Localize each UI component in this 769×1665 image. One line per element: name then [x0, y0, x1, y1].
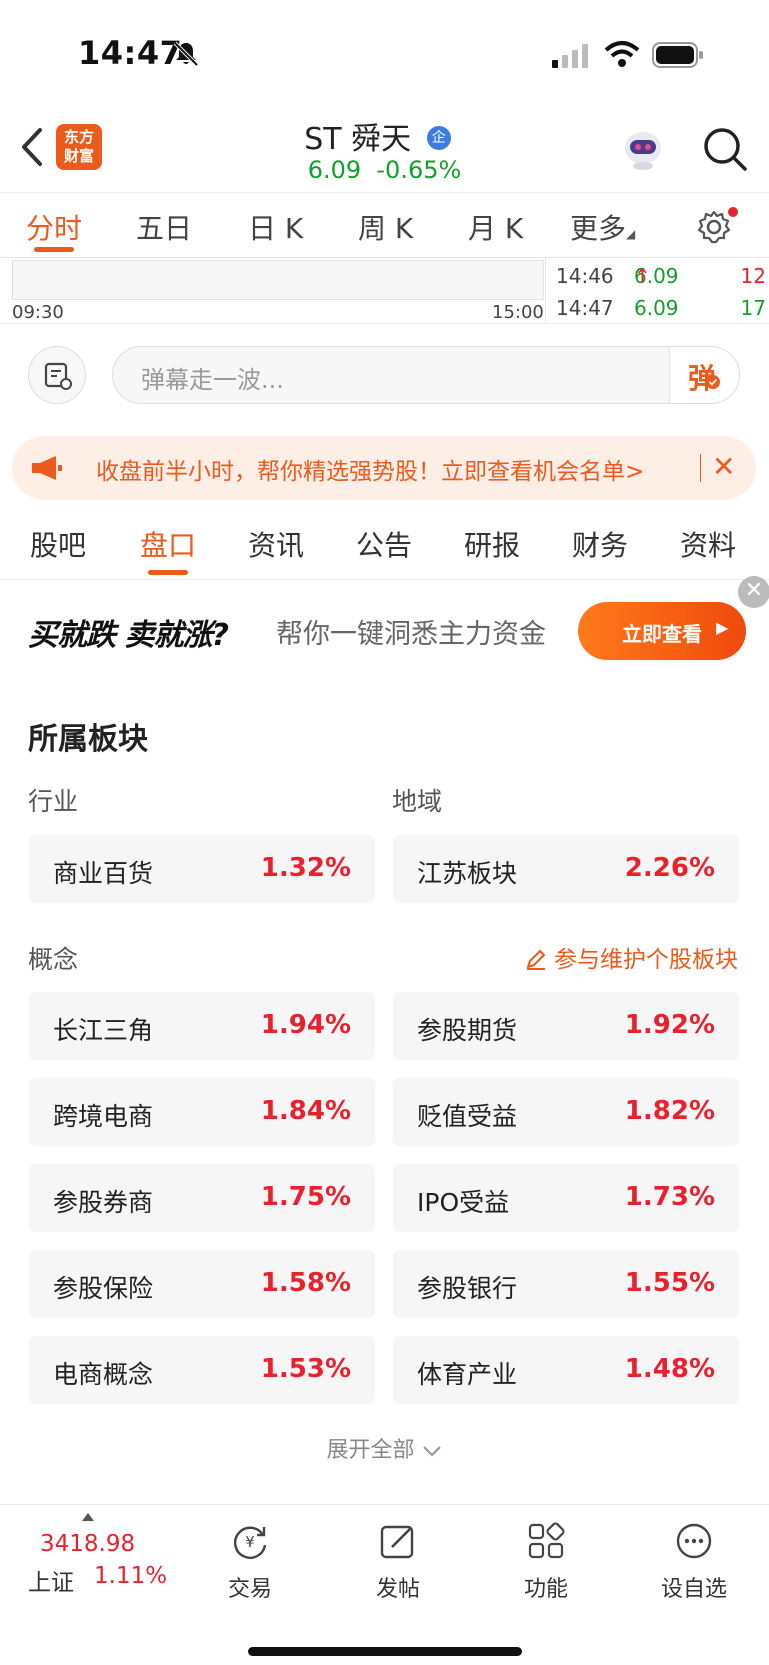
caret-up-icon — [82, 1513, 94, 1521]
up-arrow-icon: ↑ — [634, 264, 651, 288]
ad-slogan: 买就跌 卖就涨? — [28, 618, 229, 653]
sector-card-region[interactable]: 江苏板块 2.26% — [393, 835, 739, 903]
mini-chart-plot — [12, 260, 544, 300]
active-tab-indicator — [34, 247, 74, 252]
status-bar: 14:47 — [0, 0, 769, 110]
intraday-mini-chart[interactable]: 09:30 15:00 14:46 6.09 ↑ 12 14:47 6.09 17 — [0, 258, 769, 324]
tab-quote[interactable]: 盘口 — [140, 524, 196, 564]
axis-end-time: 15:00 — [492, 302, 544, 323]
sector-title: 所属板块 — [28, 722, 148, 757]
ad-close-icon[interactable]: ✕ — [738, 576, 769, 608]
sector-card-concept[interactable]: 跨境电商 1.84% — [29, 1078, 375, 1146]
tab-finance[interactable]: 财务 — [572, 524, 628, 564]
tab-news[interactable]: 资讯 — [248, 524, 304, 564]
triangle-down-icon: ◢ — [626, 227, 636, 241]
divider — [700, 454, 701, 482]
nav-add-watchlist[interactable]: 设自选 — [634, 1515, 754, 1605]
document-settings-icon — [44, 362, 72, 390]
chevron-down-icon — [422, 1446, 441, 1457]
edit-square-icon — [380, 1525, 414, 1559]
tab-daily-k[interactable]: 日 K — [248, 207, 303, 247]
bottom-bar: 3418.98 上证 1.11% ¥ 交易 发帖 功能 设自选 — [0, 1504, 769, 1665]
notification-dot — [728, 207, 738, 217]
sector-card-concept[interactable]: 长江三角 1.94% — [29, 992, 375, 1060]
tab-announcements[interactable]: 公告 — [356, 524, 412, 564]
divider — [545, 258, 546, 324]
stock-header: 东方 财富 ST 舜天 企 6.09 -0.65% — [0, 110, 769, 192]
grid-apps-icon — [528, 1522, 565, 1559]
pencil-icon — [527, 950, 545, 970]
sector-card-concept[interactable]: 参股银行 1.55% — [393, 1250, 739, 1318]
tab-monthly-k[interactable]: 月 K — [468, 207, 523, 247]
tab-five-day[interactable]: 五日 — [136, 207, 192, 247]
sector-card-industry[interactable]: 商业百货 1.32% — [29, 835, 375, 903]
ad-description: 帮你一键洞悉主力资金 — [276, 619, 546, 650]
sector-card-concept[interactable]: 体育产业 1.48% — [393, 1336, 739, 1404]
promo-text: 收盘前半小时，帮你精选强势股！立即查看机会名单> — [96, 459, 645, 485]
maintain-sectors-link[interactable]: 参与维护个股板块 — [524, 940, 738, 974]
sector-card-concept[interactable]: 贬值受益 1.82% — [393, 1078, 739, 1146]
ai-assistant-robot-icon[interactable] — [618, 126, 668, 172]
bell-muted-icon — [173, 41, 199, 67]
sector-card-concept[interactable]: 参股保险 1.58% — [29, 1250, 375, 1318]
check-icon — [706, 375, 720, 389]
concept-label: 概念 — [28, 945, 79, 974]
nav-post[interactable]: 发帖 — [338, 1515, 458, 1605]
close-icon[interactable]: ✕ — [712, 450, 735, 483]
tab-profile[interactable]: 资料 — [680, 524, 736, 564]
yuan-refresh-icon: ¥ — [233, 1526, 267, 1559]
axis-start-time: 09:30 — [12, 302, 64, 323]
danmaku-input[interactable]: 弹幕走一波... 弹 — [112, 346, 740, 404]
tab-more[interactable]: 更多◢ — [570, 207, 635, 247]
ad-view-button[interactable]: 立即查看 ▶ — [578, 602, 746, 660]
nav-trade[interactable]: ¥ 交易 — [190, 1515, 310, 1605]
cellular-signal-icon — [552, 44, 588, 68]
wifi-icon — [604, 41, 640, 67]
promo-banner[interactable]: 收盘前半小时，帮你精选强势股！立即查看机会名单> ✕ — [12, 436, 756, 500]
sector-card-concept[interactable]: 电商概念 1.53% — [29, 1336, 375, 1404]
danmaku-list-button[interactable] — [28, 346, 86, 404]
sector-card-concept[interactable]: 参股券商 1.75% — [29, 1164, 375, 1232]
sector-card-concept[interactable]: IPO受益 1.73% — [393, 1164, 739, 1232]
tab-research[interactable]: 研报 — [464, 524, 520, 564]
svg-text:¥: ¥ — [245, 1533, 255, 1551]
settings-gear-icon[interactable] — [696, 209, 732, 245]
status-time: 14:47 — [78, 34, 183, 72]
tab-weekly-k[interactable]: 周 K — [358, 207, 413, 247]
active-tab-indicator — [148, 570, 188, 575]
home-indicator — [248, 1647, 522, 1656]
expand-all-button[interactable]: 展开全部 — [0, 1432, 769, 1464]
region-label: 地域 — [392, 787, 443, 816]
danmaku-bar: 弹幕走一波... 弹 — [0, 326, 769, 422]
tab-forum[interactable]: 股吧 — [30, 524, 86, 564]
search-icon[interactable] — [702, 126, 748, 172]
chart-period-tabs: 分时 五日 日 K 周 K 月 K 更多◢ — [0, 192, 769, 258]
section-tabs: 股吧 盘口 资讯 公告 研报 财务 资料 — [0, 512, 769, 580]
nav-functions[interactable]: 功能 — [486, 1515, 606, 1605]
danmaku-send-button[interactable]: 弹 — [669, 347, 739, 403]
battery-icon — [652, 42, 703, 68]
industry-label: 行业 — [28, 787, 79, 816]
play-arrow-icon: ▶ — [716, 618, 729, 637]
more-dots-icon — [676, 1523, 712, 1559]
sector-card-concept[interactable]: 参股期货 1.92% — [393, 992, 739, 1060]
megaphone-icon — [32, 456, 62, 480]
tab-intraday[interactable]: 分时 — [26, 207, 82, 247]
ad-banner[interactable]: 买就跌 卖就涨? 帮你一键洞悉主力资金 立即查看 ▶ — [0, 582, 769, 678]
enterprise-badge: 企 — [426, 125, 451, 150]
